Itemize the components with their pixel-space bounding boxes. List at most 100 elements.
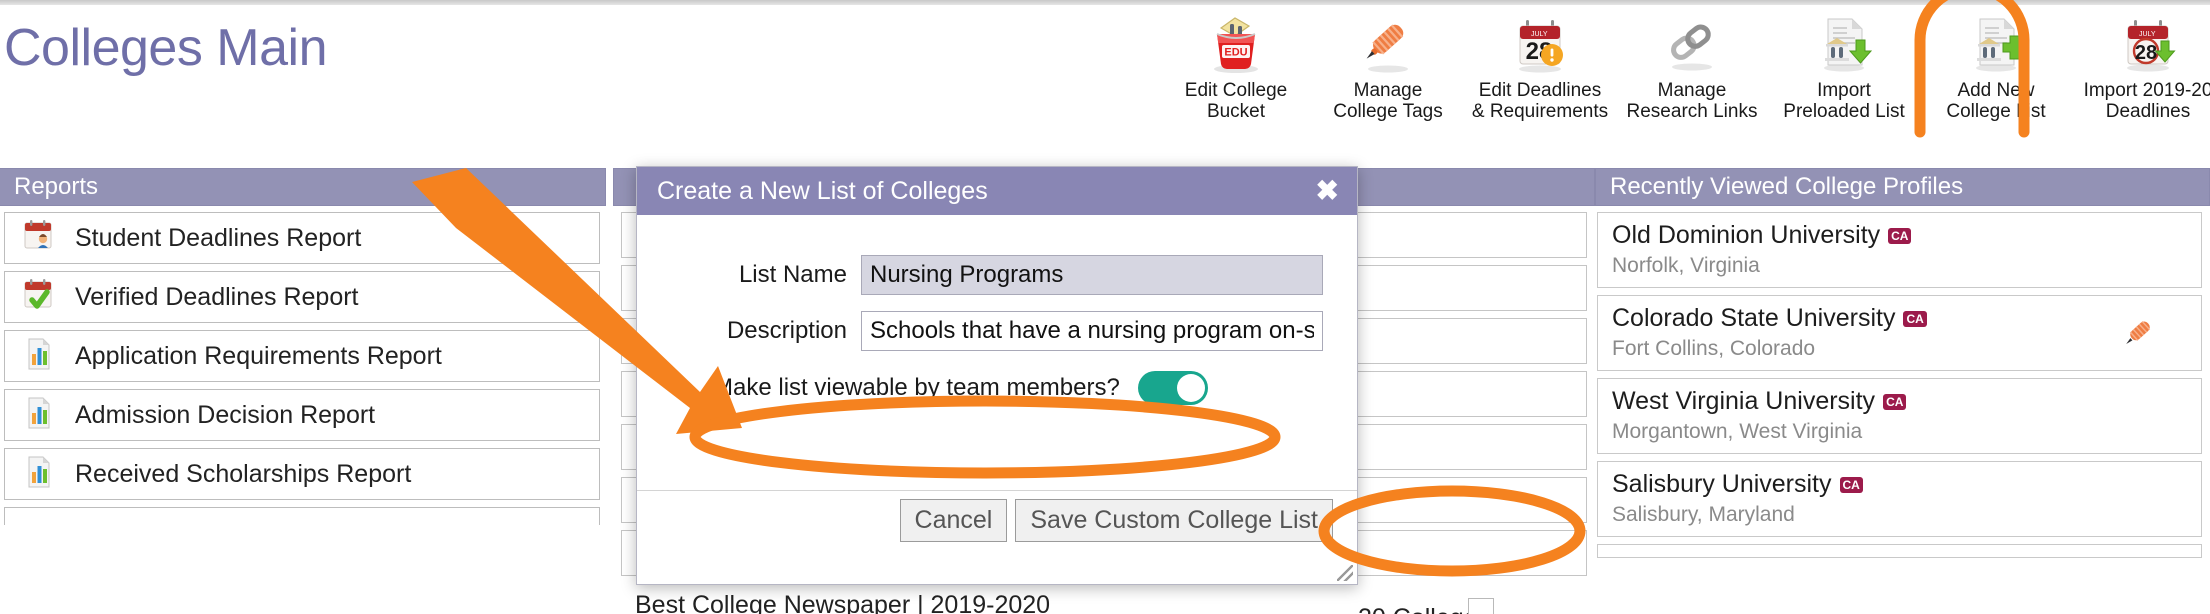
report-item-label: Student Deadlines Report <box>75 223 362 252</box>
toolbar-label-line2: & Requirements <box>1471 101 1609 123</box>
report-item-admission-decision[interactable]: Admission Decision Report <box>4 389 600 441</box>
paint-bucket-edu-icon: EDU <box>1205 12 1267 76</box>
college-name: West Virginia University <box>1612 387 1876 415</box>
college-profile-row[interactable]: West Virginia University CA Morgantown, … <box>1597 378 2202 454</box>
document-download-icon <box>1813 12 1875 76</box>
calendar-check-icon <box>21 277 57 318</box>
description-field-row: Description <box>671 311 1323 351</box>
recently-viewed-panel-header: Recently Viewed College Profiles <box>1595 168 2210 206</box>
team-visibility-row: Make list viewable by team members? <box>671 371 1323 405</box>
svg-text:JULY: JULY <box>1531 31 1548 38</box>
modal-body: List Name Description Make list viewable… <box>637 215 1357 405</box>
college-name: Salisbury University <box>1612 470 1832 498</box>
toolbar-label-line1: Import 2019-20 <box>2083 80 2210 101</box>
svg-text:JULY: JULY <box>2139 31 2156 38</box>
toolbar-label-line1: Add New <box>1957 80 2035 101</box>
recently-viewed-panel-body: Old Dominion University CA Norfolk, Virg… <box>1595 206 2210 558</box>
college-city: Norfolk, Virginia <box>1612 254 1760 277</box>
common-app-badge: CA <box>1888 227 1912 244</box>
report-item-label: Received Scholarships Report <box>75 459 412 488</box>
common-app-badge: CA <box>1883 393 1907 410</box>
list-name-label: List Name <box>738 261 847 288</box>
toolbar-label-line2: Bucket <box>1206 101 1266 123</box>
top-divider <box>0 0 2210 5</box>
toolbar-label: Import Preloaded List <box>1783 80 1904 123</box>
calendar-alert-icon: JULY 28 <box>1509 12 1571 76</box>
description-input[interactable] <box>861 311 1323 351</box>
toolbar-label: Edit College Bucket <box>1185 80 1287 123</box>
toolbar-label-line2: Preloaded List <box>1783 101 1905 123</box>
resize-grip[interactable] <box>1337 565 1353 581</box>
pushpin-icon[interactable] <box>2121 314 2161 359</box>
college-profile-row[interactable]: Old Dominion University CA Norfolk, Virg… <box>1597 212 2202 288</box>
toolbar-label-line1: Edit Deadlines <box>1478 80 1602 101</box>
reports-panel: Reports Student Deadlines Report Verifie… <box>0 168 606 532</box>
modal-header: Create a New List of Colleges ✖ <box>637 167 1357 215</box>
reports-panel-header: Reports <box>0 168 606 206</box>
bar-chart-doc-icon <box>21 336 57 377</box>
calendar-student-icon <box>21 218 57 259</box>
team-visibility-label: Make list viewable by team members? <box>713 374 1120 401</box>
toolbar-label: Edit Deadlines & Requirements <box>1472 80 1608 123</box>
pushpin-icon <box>1357 12 1419 76</box>
toolbar-item-edit-college-bucket[interactable]: EDU Edit College Bucket <box>1160 12 1312 123</box>
toolbar-label: Import 2019-20 Deadlines <box>2084 80 2210 123</box>
toolbar-label-line1: Manage <box>1353 80 1423 101</box>
toolbar-item-edit-deadlines[interactable]: JULY 28 Edit Deadlines & Requirements <box>1464 12 1616 123</box>
toolbar-label-line1: Import <box>1817 80 1871 101</box>
list-name-input[interactable] <box>861 255 1323 295</box>
report-item-verified-deadlines[interactable]: Verified Deadlines Report <box>4 271 600 323</box>
column-toggle-icon[interactable] <box>1468 598 1494 614</box>
toolbar-label-line2: Deadlines <box>2105 101 2191 123</box>
document-plus-icon <box>1965 12 2027 76</box>
toolbar-item-import-deadlines[interactable]: JULY 28 Import 2019-20 Deadlines <box>2072 12 2210 123</box>
toggle-knob <box>1176 374 1205 402</box>
toolbar-label-line1: Edit College <box>1184 80 1288 101</box>
college-name-row: Colorado State University CA <box>1612 304 2201 333</box>
svg-text:28: 28 <box>2135 42 2157 64</box>
common-app-badge: CA <box>1903 310 1927 327</box>
report-item-received-scholarships[interactable]: Received Scholarships Report <box>4 448 600 500</box>
toolbar-item-manage-research-links[interactable]: Manage Research Links <box>1616 12 1768 123</box>
report-item-application-requirements[interactable]: Application Requirements Report <box>4 330 600 382</box>
college-city: Fort Collins, Colorado <box>1612 337 1816 360</box>
college-city: Salisbury, Maryland <box>1612 503 1795 526</box>
toolbar-label: Add New College List <box>1946 80 2045 123</box>
toolbar-label-line2: College List <box>1946 101 2046 123</box>
modal-separator <box>637 490 1357 491</box>
toolbar-item-add-new-college-list[interactable]: Add New College List <box>1920 12 2072 123</box>
chain-link-icon <box>1661 12 1723 76</box>
modal-title: Create a New List of Colleges <box>657 176 988 205</box>
toolbar-label-line1: Manage <box>1657 80 1727 101</box>
college-name: Colorado State University <box>1612 304 1896 332</box>
modal-footer: Cancel Save Custom College List <box>637 499 1357 542</box>
team-visibility-toggle[interactable] <box>1137 371 1208 405</box>
close-icon[interactable]: ✖ <box>1316 177 1339 205</box>
svg-text:EDU: EDU <box>1224 47 1247 59</box>
cancel-button[interactable]: Cancel <box>899 499 1008 542</box>
description-label: Description <box>726 317 847 344</box>
college-name: Old Dominion University <box>1612 221 1881 249</box>
college-profile-row-partial[interactable] <box>1597 544 2202 558</box>
college-profile-row[interactable]: Salisbury University CA Salisbury, Maryl… <box>1597 461 2202 537</box>
toolbar-label-line2: College Tags <box>1333 101 1443 123</box>
toolbar-item-import-preloaded-list[interactable]: Import Preloaded List <box>1768 12 1920 123</box>
college-name-row: West Virginia University CA <box>1612 387 2201 416</box>
report-item-label: Verified Deadlines Report <box>75 282 359 311</box>
college-profile-row[interactable]: Colorado State University CA Fort Collin… <box>1597 295 2202 371</box>
calendar-download-icon: JULY 28 <box>2117 12 2179 76</box>
toolbar-label-line2: Research Links <box>1626 101 1758 123</box>
toolbar-item-manage-college-tags[interactable]: Manage College Tags <box>1312 12 1464 123</box>
create-college-list-modal: Create a New List of Colleges ✖ List Nam… <box>636 166 1358 585</box>
app-root: Colleges Main EDU Edit College Bucket Ma… <box>0 0 2210 614</box>
save-custom-college-list-button[interactable]: Save Custom College List <box>1015 499 1333 542</box>
list-name-field-row: List Name <box>671 255 1323 295</box>
report-item-partial[interactable] <box>4 507 600 525</box>
bar-chart-doc-icon <box>21 454 57 495</box>
college-name-row: Salisbury University CA <box>1612 470 2201 499</box>
reports-panel-body: Student Deadlines Report Verified Deadli… <box>0 206 606 525</box>
toolbar: EDU Edit College Bucket Manage College T… <box>1160 12 2210 123</box>
report-item-student-deadlines[interactable]: Student Deadlines Report <box>4 212 600 264</box>
page-title: Colleges Main <box>4 19 328 77</box>
college-list-footer-label: Best College Newspaper | 2019-2020 <box>635 591 1051 614</box>
